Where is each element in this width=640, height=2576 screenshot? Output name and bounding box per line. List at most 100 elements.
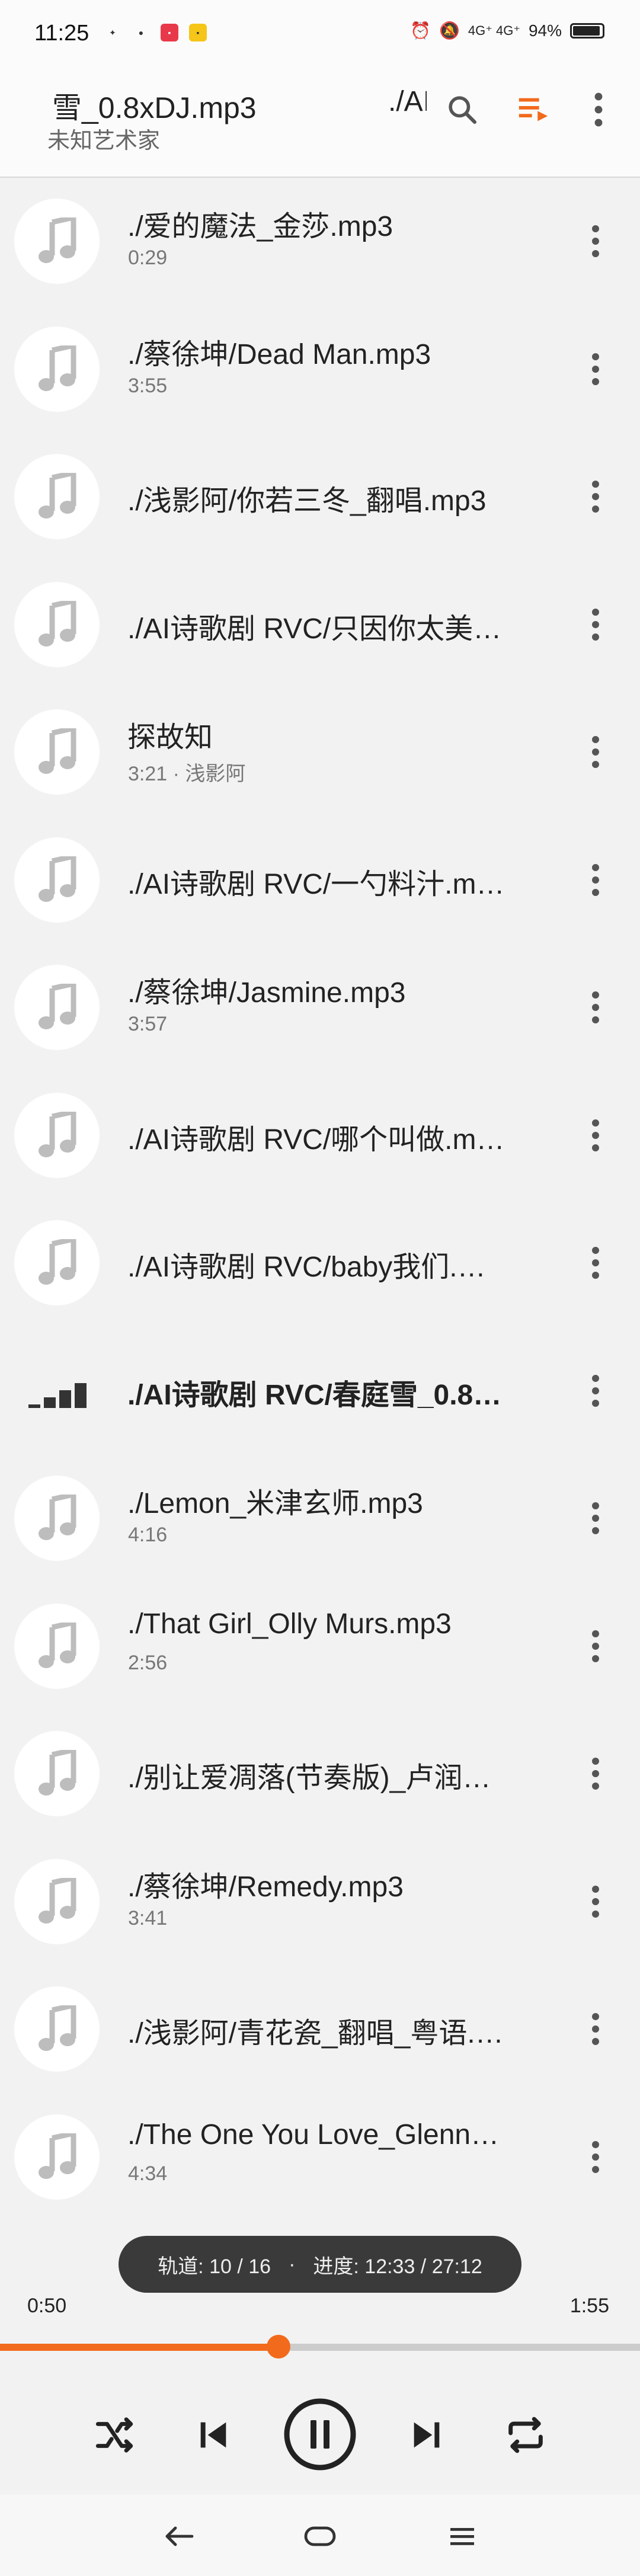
- track-title: ./AI诗歌剧 RVC/哪个叫做.mp3: [127, 1124, 507, 1156]
- battery-icon: [570, 23, 604, 39]
- track-title: ./AI诗歌剧 RVC/baby我们.mp3: [127, 1252, 507, 1283]
- track-more-icon[interactable]: [575, 1492, 616, 1545]
- track-title: ./蔡徐坤/Remedy.mp3: [127, 1871, 404, 1903]
- track-row[interactable]: ./别让爱凋落(节奏版)_卢润泽.mp3: [0, 1710, 640, 1838]
- track-row[interactable]: 探故知 3:21 · 浅影阿: [0, 689, 640, 817]
- track-row[interactable]: ./AI诗歌剧 RVC/baby我们.mp3: [0, 1199, 640, 1327]
- track-more-icon[interactable]: [575, 215, 616, 268]
- system-nav-bar: [0, 2495, 640, 2576]
- track-more-icon[interactable]: [575, 1236, 616, 1289]
- now-playing-bars-icon: [28, 1374, 88, 1409]
- track-more-icon[interactable]: [575, 853, 616, 907]
- playback-controls: [0, 2376, 640, 2495]
- previous-track-icon[interactable]: [181, 2402, 246, 2468]
- track-row[interactable]: ./AI诗歌剧 RVC/只因你太美.mp3: [0, 561, 640, 689]
- track-subtitle: 3:55: [128, 374, 168, 397]
- seek-bar[interactable]: [0, 2344, 640, 2351]
- shuffle-icon[interactable]: [82, 2402, 147, 2468]
- track-row[interactable]: ./爱的魔法_金莎.mp3 0:29: [0, 178, 640, 306]
- home-icon[interactable]: [296, 2519, 344, 2554]
- track-title: ./The One You Love_Glenn Frey.mp3: [127, 2119, 507, 2151]
- music-note-icon: [14, 1731, 100, 1816]
- mute-icon: 🔕: [439, 21, 460, 40]
- track-more-icon[interactable]: [575, 2002, 616, 2056]
- status-bar: 11:25 ✦ ● ▪ ▪ ⏰ 🔕 4G⁺ 4G⁺ 94%: [0, 0, 640, 65]
- music-note-icon: [14, 1220, 100, 1305]
- current-song-artist: 未知艺术家: [47, 129, 161, 153]
- network-signal: 4G⁺ 4G⁺: [468, 23, 520, 38]
- music-note-icon: [14, 581, 100, 667]
- track-title: ./Lemon_米津玄师.mp3: [127, 1488, 423, 1519]
- progress-toast: 轨道: 10 / 16 · 进度: 12:33 / 27:12: [119, 2236, 521, 2293]
- track-subtitle: 4:34: [128, 2162, 168, 2185]
- track-row[interactable]: ./AI诗歌剧 RVC/一勺料汁.mp3: [0, 817, 640, 945]
- track-row[interactable]: ./Lemon_米津玄师.mp3 4:16: [0, 1455, 640, 1583]
- track-more-icon[interactable]: [575, 1747, 616, 1800]
- track-subtitle: 3:57: [128, 1013, 168, 1035]
- app-badge-icon: ▪: [189, 24, 207, 41]
- track-more-icon[interactable]: [575, 598, 616, 651]
- track-more-icon[interactable]: [575, 1875, 616, 1928]
- back-icon[interactable]: [155, 2519, 203, 2554]
- track-row[interactable]: ./蔡徐坤/Remedy.mp3 3:41: [0, 1838, 640, 1966]
- current-song-path: ./AI: [388, 86, 427, 117]
- wechat-icon: ●: [138, 28, 144, 37]
- track-more-icon[interactable]: [575, 725, 616, 779]
- track-title: ./别让爱凋落(节奏版)_卢润泽.mp3: [127, 1762, 507, 1794]
- track-title: 探故知: [127, 722, 213, 753]
- track-row[interactable]: ./蔡徐坤/Dead Man.mp3 3:55: [0, 306, 640, 434]
- track-title: ./蔡徐坤/Dead Man.mp3: [127, 338, 431, 370]
- overflow-menu-icon[interactable]: [578, 83, 619, 136]
- track-subtitle: 0:29: [128, 247, 168, 269]
- track-row[interactable]: ./That Girl_Olly Murs.mp3 2:56: [0, 1583, 640, 1711]
- track-more-icon[interactable]: [575, 1109, 616, 1162]
- track-more-icon[interactable]: [575, 2130, 616, 2184]
- queue-icon[interactable]: [507, 83, 560, 136]
- music-note-icon: [14, 1858, 100, 1944]
- next-track-icon[interactable]: [394, 2402, 459, 2468]
- status-time: 11:25: [34, 21, 89, 46]
- music-note-icon: [14, 709, 100, 795]
- notification-app-icon: ✦: [109, 27, 116, 37]
- elapsed-time: 0:50: [27, 2295, 67, 2317]
- track-more-icon[interactable]: [575, 981, 616, 1034]
- track-title: ./浅影阿/青花瓷_翻唱_粤语.mp3: [127, 2018, 507, 2049]
- track-title: ./That Girl_Olly Murs.mp3: [127, 1608, 452, 1640]
- seek-handle[interactable]: [266, 2335, 290, 2359]
- player-header: 雪_0.8xDJ.mp3 未知艺术家 ./AI: [0, 65, 640, 178]
- track-row[interactable]: ./AI诗歌剧 RVC/春庭雪_0.8xDJ.mp3: [0, 1327, 640, 1455]
- music-note-icon: [14, 1092, 100, 1178]
- toast-progress: 进度: 12:33 / 27:12: [313, 2255, 482, 2278]
- seek-bar-fill: [0, 2344, 279, 2351]
- track-row[interactable]: ./浅影阿/你若三冬_翻唱.mp3: [0, 433, 640, 561]
- music-note-icon: [14, 1986, 100, 2072]
- track-row[interactable]: ./The One You Love_Glenn Frey.mp3 4:34: [0, 2094, 640, 2222]
- track-title: ./爱的魔法_金莎.mp3: [127, 211, 393, 242]
- toast-separator: ·: [289, 2252, 296, 2276]
- recents-icon[interactable]: [439, 2519, 486, 2554]
- current-song-title[interactable]: 雪_0.8xDJ.mp3: [52, 84, 257, 127]
- track-title: ./AI诗歌剧 RVC/只因你太美.mp3: [127, 613, 507, 645]
- repeat-icon[interactable]: [493, 2402, 558, 2468]
- total-time: 1:55: [569, 2295, 609, 2317]
- status-right: ⏰ 🔕 4G⁺ 4G⁺ 94%: [410, 21, 604, 40]
- music-note-icon: [14, 454, 100, 539]
- app-badge-icon: ▪: [161, 24, 178, 41]
- track-more-icon[interactable]: [575, 470, 616, 523]
- track-more-icon[interactable]: [575, 1620, 616, 1673]
- track-more-icon[interactable]: [575, 1364, 616, 1417]
- track-subtitle: 3:21 · 浅影阿: [128, 763, 246, 785]
- track-more-icon[interactable]: [575, 343, 616, 396]
- track-title: ./浅影阿/你若三冬_翻唱.mp3: [127, 485, 487, 517]
- search-icon[interactable]: [436, 83, 489, 136]
- music-note-icon: [14, 1476, 100, 1561]
- music-note-icon: [14, 199, 100, 284]
- toast-track: 轨道: 10 / 16: [158, 2255, 271, 2278]
- track-row[interactable]: ./蔡徐坤/Jasmine.mp3 3:57: [0, 944, 640, 1072]
- track-row[interactable]: ./浅影阿/青花瓷_翻唱_粤语.mp3: [0, 1966, 640, 2094]
- alarm-icon: ⏰: [410, 21, 431, 40]
- track-row[interactable]: ./AI诗歌剧 RVC/哪个叫做.mp3: [0, 1072, 640, 1200]
- pause-button[interactable]: [280, 2394, 360, 2475]
- track-subtitle: 2:56: [128, 1651, 168, 1674]
- battery-percent: 94%: [528, 21, 562, 40]
